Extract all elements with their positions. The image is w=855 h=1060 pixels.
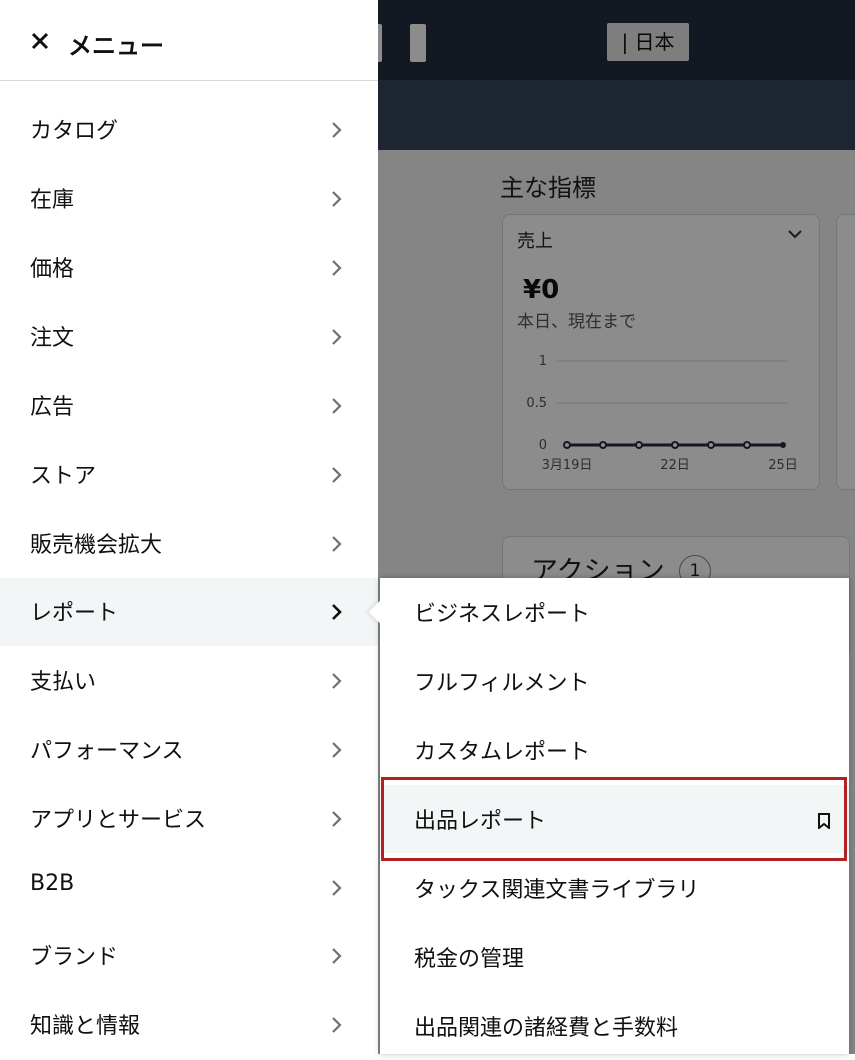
- chevron-right-icon: [332, 742, 342, 758]
- chevron-right-icon: [332, 604, 342, 620]
- submenu-item-tax-document-library[interactable]: タックス関連文書ライブラリ: [380, 854, 849, 922]
- submenu-item-custom-reports[interactable]: カスタムレポート: [380, 716, 849, 784]
- chevron-right-icon: [332, 398, 342, 414]
- chevron-right-icon: [332, 673, 342, 689]
- menu-item-stores[interactable]: ストア: [0, 441, 378, 509]
- menu-item-b2b[interactable]: B2B: [0, 854, 378, 922]
- menu-header: メニュー: [0, 0, 378, 81]
- menu-item-orders[interactable]: 注文: [0, 303, 378, 371]
- reports-submenu: ビジネスレポート フルフィルメント カスタムレポート 出品レポート タックス関連…: [368, 578, 849, 1054]
- chevron-right-icon: [332, 948, 342, 964]
- menu-item-label: 在庫: [30, 188, 75, 213]
- submenu-item-inventory-reports[interactable]: 出品レポート: [380, 785, 849, 853]
- menu-item-label: ストア: [30, 464, 97, 489]
- chevron-right-icon: [332, 811, 342, 827]
- menu-item-brands[interactable]: ブランド: [0, 922, 378, 990]
- menu-item-catalog[interactable]: カタログ: [0, 96, 378, 164]
- menu-item-label: B2B: [30, 871, 75, 896]
- menu-item-label: 広告: [30, 395, 75, 420]
- chevron-right-icon: [332, 1017, 342, 1033]
- submenu-item-fulfillment[interactable]: フルフィルメント: [380, 647, 849, 715]
- submenu-item-label: ビジネスレポート: [414, 602, 591, 627]
- submenu-item-label: カスタムレポート: [414, 740, 591, 765]
- menu-item-label: 注文: [30, 326, 75, 351]
- submenu-item-selling-fees[interactable]: 出品関連の諸経費と手数料: [380, 992, 849, 1060]
- navigation-menu-drawer: メニュー カタログ 在庫 価格 注文 広告 ストア 販売機会拡大 レポート 支払…: [0, 0, 378, 1054]
- menu-item-label: ブランド: [30, 945, 119, 970]
- chevron-right-icon: [332, 260, 342, 276]
- menu-item-label: レポート: [30, 601, 119, 626]
- menu-item-label: パフォーマンス: [30, 739, 184, 764]
- submenu-item-label: 出品レポート: [414, 809, 547, 834]
- chevron-right-icon: [332, 191, 342, 207]
- menu-item-label: 知識と情報: [30, 1014, 141, 1039]
- submenu-item-manage-taxes[interactable]: 税金の管理: [380, 923, 849, 991]
- submenu-item-label: タックス関連文書ライブラリ: [414, 878, 700, 903]
- menu-item-advertising[interactable]: 広告: [0, 372, 378, 440]
- menu-item-label: 支払い: [30, 670, 97, 695]
- menu-item-label: カタログ: [30, 119, 119, 144]
- submenu-item-label: フルフィルメント: [414, 671, 590, 696]
- submenu-item-label: 出品関連の諸経費と手数料: [414, 1016, 679, 1041]
- menu-item-label: 販売機会拡大: [30, 533, 163, 558]
- close-icon[interactable]: [30, 31, 50, 51]
- chevron-right-icon: [332, 122, 342, 138]
- menu-item-inventory[interactable]: 在庫: [0, 165, 378, 233]
- menu-item-pricing[interactable]: 価格: [0, 234, 378, 302]
- menu-item-growth[interactable]: 販売機会拡大: [0, 510, 378, 578]
- chevron-right-icon: [332, 880, 342, 896]
- menu-item-payments[interactable]: 支払い: [0, 647, 378, 715]
- submenu-item-label: 税金の管理: [414, 947, 525, 972]
- chevron-right-icon: [332, 329, 342, 345]
- menu-title: メニュー: [68, 32, 164, 60]
- bookmark-icon[interactable]: [817, 813, 831, 829]
- chevron-right-icon: [332, 467, 342, 483]
- menu-item-learn[interactable]: 知識と情報: [0, 991, 378, 1059]
- menu-item-apps-services[interactable]: アプリとサービス: [0, 785, 378, 853]
- chevron-right-icon: [332, 536, 342, 552]
- menu-item-performance[interactable]: パフォーマンス: [0, 716, 378, 784]
- menu-item-label: アプリとサービス: [30, 808, 207, 833]
- submenu-item-business-reports[interactable]: ビジネスレポート: [380, 578, 849, 646]
- menu-item-reports[interactable]: レポート: [0, 578, 378, 646]
- menu-item-label: 価格: [30, 257, 75, 282]
